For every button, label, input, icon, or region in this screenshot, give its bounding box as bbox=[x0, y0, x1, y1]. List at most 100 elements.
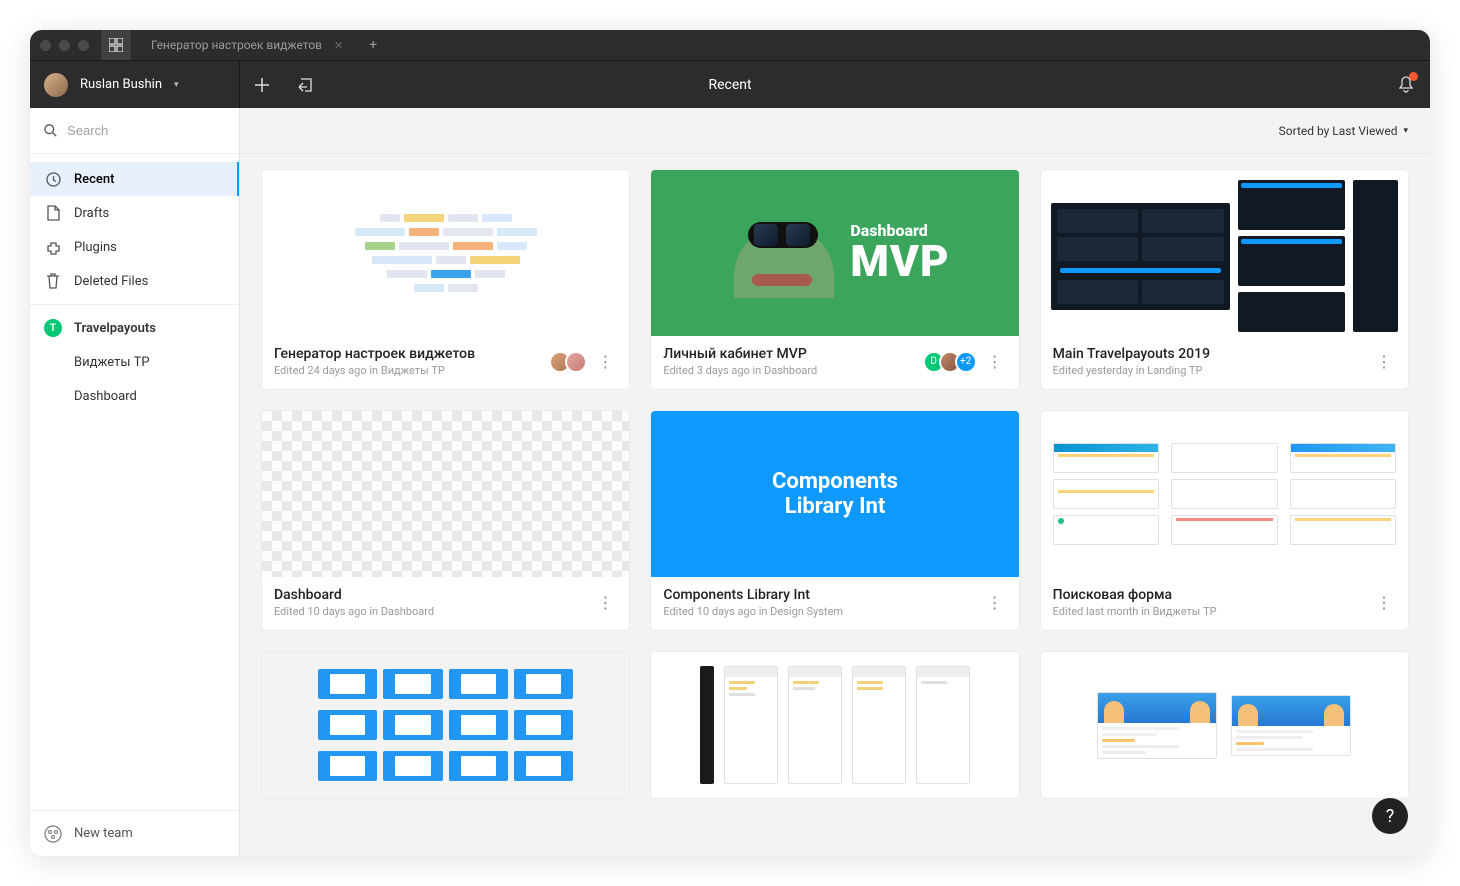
nav-label: Drafts bbox=[74, 206, 109, 221]
team-badge: T bbox=[44, 319, 62, 337]
collaborator-avatars: D +2 bbox=[923, 351, 977, 373]
sidebar-project-widgets[interactable]: Виджеты TP bbox=[30, 345, 239, 379]
file-title: Components Library Int bbox=[663, 587, 843, 603]
new-team-button[interactable]: New team bbox=[30, 810, 239, 856]
username-label: Ruslan Bushin bbox=[80, 77, 162, 92]
more-options-button[interactable]: ⋮ bbox=[983, 353, 1007, 371]
nav-label: Deleted Files bbox=[74, 274, 148, 289]
project-label: Виджеты TP bbox=[74, 355, 150, 370]
file-meta: Поисковая форма Edited last month in Вид… bbox=[1041, 577, 1408, 630]
import-icon bbox=[298, 77, 314, 93]
file-thumbnail bbox=[1041, 652, 1408, 798]
file-card[interactable] bbox=[262, 652, 629, 798]
file-thumbnail bbox=[1041, 170, 1408, 336]
avatar-more-badge: +2 bbox=[955, 351, 977, 373]
sidebar-item-drafts[interactable]: Drafts bbox=[30, 196, 239, 230]
notifications-button[interactable] bbox=[1398, 76, 1414, 94]
file-card[interactable]: Dashboard MVP Личный кабинет MVP Edited … bbox=[651, 170, 1018, 389]
sort-label-text: Sorted by Last Viewed bbox=[1279, 124, 1398, 138]
header-actions bbox=[240, 61, 328, 108]
file-icon bbox=[44, 204, 62, 222]
file-card[interactable]: Dashboard Edited 10 days ago in Dashboar… bbox=[262, 411, 629, 630]
account-menu[interactable]: Ruslan Bushin ▾ bbox=[30, 61, 240, 108]
file-meta: Генератор настроек виджетов Edited 24 da… bbox=[262, 336, 629, 389]
file-subtitle: Edited yesterday in Landing TP bbox=[1053, 364, 1210, 377]
close-icon[interactable]: ✕ bbox=[334, 40, 343, 51]
divider bbox=[30, 304, 239, 305]
file-meta: Main Travelpayouts 2019 Edited yesterday… bbox=[1041, 336, 1408, 389]
file-thumbnail bbox=[1041, 411, 1408, 577]
plus-icon bbox=[254, 77, 270, 93]
search-input[interactable] bbox=[67, 123, 225, 138]
home-tab-button[interactable] bbox=[101, 30, 131, 60]
file-card[interactable]: Components Library Int Components Librar… bbox=[651, 411, 1018, 630]
minimize-window-icon[interactable] bbox=[59, 40, 70, 51]
file-subtitle: Edited 10 days ago in Design System bbox=[663, 605, 843, 618]
import-button[interactable] bbox=[284, 61, 328, 108]
sort-dropdown[interactable]: Sorted by Last Viewed ▾ bbox=[1279, 124, 1408, 138]
file-thumbnail bbox=[651, 652, 1018, 798]
header: Ruslan Bushin ▾ Recent bbox=[30, 60, 1430, 108]
file-meta: Dashboard Edited 10 days ago in Dashboar… bbox=[262, 577, 629, 630]
team-icon bbox=[44, 825, 62, 843]
more-options-button[interactable]: ⋮ bbox=[593, 594, 617, 612]
app-window: Генератор настроек виджетов ✕ + Ruslan B… bbox=[30, 30, 1430, 856]
tab-label: Генератор настроек виджетов bbox=[151, 38, 322, 52]
file-grid: Генератор настроек виджетов Edited 24 da… bbox=[240, 154, 1430, 856]
file-card[interactable]: Поисковая форма Edited last month in Вид… bbox=[1041, 411, 1408, 630]
new-file-button[interactable] bbox=[240, 61, 284, 108]
more-options-button[interactable]: ⋮ bbox=[1372, 594, 1396, 612]
bell-icon bbox=[1398, 76, 1414, 94]
new-team-label: New team bbox=[74, 826, 133, 841]
file-subtitle: Edited last month in Виджеты TP bbox=[1053, 605, 1217, 618]
file-thumbnail bbox=[262, 652, 629, 798]
file-subtitle: Edited 24 days ago in Виджеты TP bbox=[274, 364, 475, 377]
more-options-button[interactable]: ⋮ bbox=[1372, 353, 1396, 371]
sidebar-item-recent[interactable]: Recent bbox=[30, 162, 239, 196]
search-row bbox=[30, 108, 239, 154]
thumb-text-2: MVP bbox=[850, 239, 949, 283]
tab-current-file[interactable]: Генератор настроек виджетов ✕ bbox=[137, 30, 357, 60]
sort-bar: Sorted by Last Viewed ▾ bbox=[240, 108, 1430, 154]
maximize-window-icon[interactable] bbox=[78, 40, 89, 51]
main: Sorted by Last Viewed ▾ bbox=[240, 108, 1430, 856]
help-button[interactable]: ? bbox=[1372, 798, 1408, 834]
file-title: Поисковая форма bbox=[1053, 587, 1217, 603]
more-options-button[interactable]: ⋮ bbox=[593, 353, 617, 371]
file-title: Личный кабинет MVP bbox=[663, 346, 817, 362]
file-card[interactable] bbox=[1041, 652, 1408, 798]
project-label: Dashboard bbox=[74, 389, 137, 404]
collaborator-avatars bbox=[549, 351, 587, 373]
nav-label: Recent bbox=[74, 172, 114, 187]
trash-icon bbox=[44, 272, 62, 290]
avatar bbox=[44, 73, 68, 97]
more-options-button[interactable]: ⋮ bbox=[983, 594, 1007, 612]
sidebar-item-deleted[interactable]: Deleted Files bbox=[30, 264, 239, 298]
clock-icon bbox=[44, 170, 62, 188]
plugin-icon bbox=[44, 238, 62, 256]
file-title: Dashboard bbox=[274, 587, 434, 603]
file-card[interactable]: Генератор настроек виджетов Edited 24 da… bbox=[262, 170, 629, 389]
sidebar-project-dashboard[interactable]: Dashboard bbox=[30, 379, 239, 413]
sidebar-item-plugins[interactable]: Plugins bbox=[30, 230, 239, 264]
help-label: ? bbox=[1386, 806, 1395, 827]
new-tab-button[interactable]: + bbox=[357, 37, 389, 53]
file-meta: Components Library Int Edited 10 days ag… bbox=[651, 577, 1018, 630]
window-controls[interactable] bbox=[40, 40, 89, 51]
chevron-down-icon: ▾ bbox=[1403, 126, 1408, 136]
file-title: Генератор настроек виджетов bbox=[274, 346, 475, 362]
close-window-icon[interactable] bbox=[40, 40, 51, 51]
thumb-text-1: Components bbox=[772, 469, 898, 494]
pepe-illustration bbox=[734, 208, 834, 298]
nav-label: Plugins bbox=[74, 240, 117, 255]
search-icon bbox=[44, 123, 57, 138]
file-card[interactable]: Main Travelpayouts 2019 Edited yesterday… bbox=[1041, 170, 1408, 389]
page-title: Recent bbox=[708, 77, 751, 93]
avatar bbox=[565, 351, 587, 373]
sidebar-team-travelpayouts[interactable]: T Travelpayouts bbox=[30, 311, 239, 345]
file-card[interactable] bbox=[651, 652, 1018, 798]
grid-icon bbox=[109, 38, 123, 52]
file-thumbnail: Components Library Int bbox=[651, 411, 1018, 577]
file-thumbnail bbox=[262, 411, 629, 577]
file-thumbnail: Dashboard MVP bbox=[651, 170, 1018, 336]
